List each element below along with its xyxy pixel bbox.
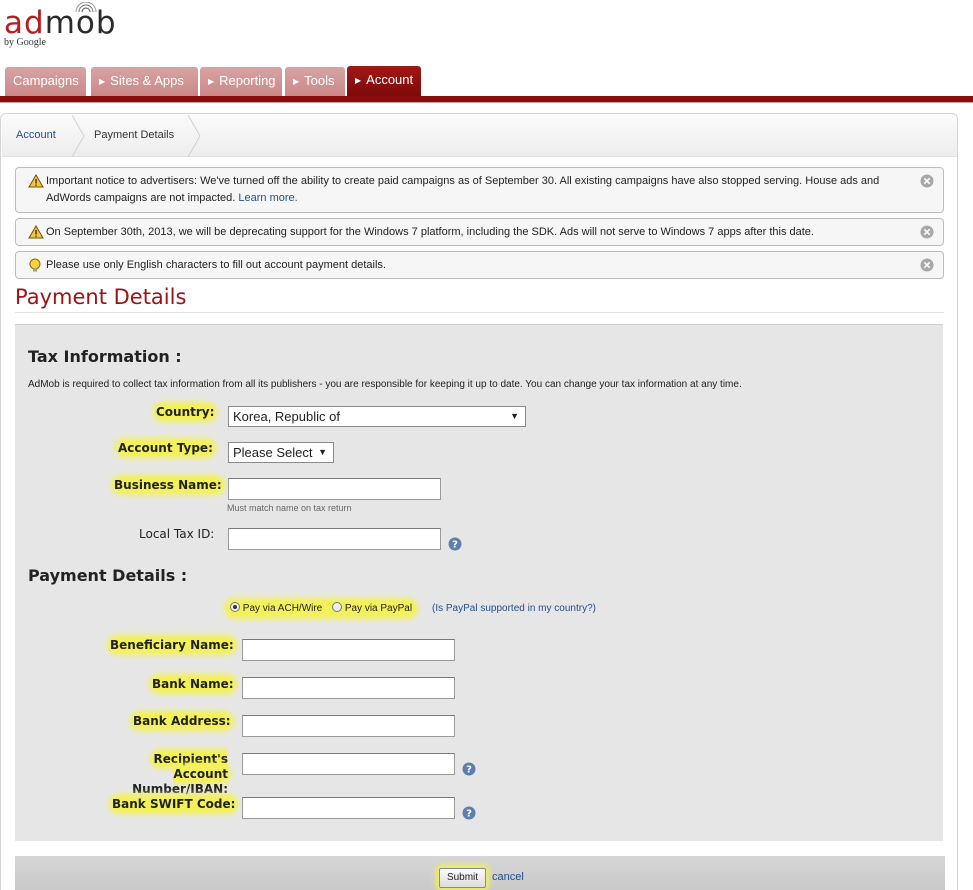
swift-code-label: Bank SWIFT Code: [112,797,236,811]
account-type-label: Account Type: [118,441,213,455]
bank-name-input[interactable] [242,677,455,699]
notice-advertisers: Important notice to advertisers: We've t… [15,167,944,213]
caret-right-icon: ▶ [293,77,300,86]
signal-waves-icon [75,2,97,13]
tax-information-heading: Tax Information : [28,347,182,366]
page-title: Payment Details [15,285,187,309]
svg-text:?: ? [466,809,472,820]
beneficiary-name-input[interactable] [242,639,455,661]
warning-icon [28,174,44,188]
notice-windows7: On September 30th, 2013, we will be depr… [15,218,944,246]
tab-account[interactable]: ▶ Account [347,66,421,96]
paypal-support-link[interactable]: (Is PayPal supported in my country?) [432,599,596,618]
breadcrumb-separator-icon [71,115,85,157]
local-tax-id-input[interactable] [228,528,441,550]
admob-logo[interactable]: admob by Google [4,2,117,48]
payment-method-radios: Pay via ACH/Wire Pay via PayPal (Is PayP… [227,599,596,618]
swift-code-input[interactable] [242,797,455,819]
tab-campaigns[interactable]: Campaigns [5,67,86,96]
close-icon[interactable] [920,174,934,188]
title-divider [15,312,944,313]
caret-right-icon: ▶ [355,76,362,85]
tab-tools[interactable]: ▶ Tools [285,67,345,96]
business-name-label: Business Name: [114,478,222,492]
radio-paypal-label[interactable]: Pay via PayPal [345,603,412,614]
bank-address-label: Bank Address: [133,714,231,728]
help-icon[interactable]: ? [462,806,476,820]
help-icon[interactable]: ? [462,762,476,776]
breadcrumb-separator-icon [187,115,201,157]
radio-ach-wire[interactable] [230,602,240,612]
submit-button[interactable]: Submit [439,868,486,888]
tab-reporting[interactable]: ▶ Reporting [200,67,282,96]
notice-english-chars: Please use only English characters to fi… [15,251,944,279]
country-select[interactable]: Korea, Republic of ▼ [228,406,526,427]
caret-right-icon: ▶ [208,77,215,86]
svg-text:?: ? [452,540,458,551]
learn-more-link[interactable]: Learn more. [238,192,297,204]
dropdown-arrow-icon: ▼ [510,411,519,421]
payment-details-heading: Payment Details : [28,566,188,585]
breadcrumb-account[interactable]: Account [16,129,56,141]
account-number-label: Recipient's Account Number/IBAN: [132,752,228,796]
business-name-input[interactable] [228,478,441,500]
tab-sites-apps[interactable]: ▶ Sites & Apps [91,67,198,96]
breadcrumb-payment-details: Payment Details [94,129,175,141]
beneficiary-name-label: Beneficiary Name: [110,638,234,652]
local-tax-id-label: Local Tax ID: [139,527,215,541]
radio-ach-label[interactable]: Pay via ACH/Wire [243,603,322,614]
svg-text:?: ? [466,765,472,776]
notice-text: Please use only English characters to fi… [46,259,386,271]
bank-address-input[interactable] [242,715,455,737]
breadcrumb: Account Payment Details [2,115,957,157]
cancel-link[interactable]: cancel [492,871,524,883]
account-number-input[interactable] [242,753,455,775]
nav-divider-shadow [0,102,973,103]
notice-text: Important notice to advertisers: We've t… [46,175,880,204]
close-icon[interactable] [920,225,934,239]
country-label: Country: [156,405,215,419]
radio-paypal[interactable] [332,602,343,612]
business-name-hint: Must match name on tax return [227,503,352,513]
lightbulb-icon [29,258,41,272]
payment-options-highlight: Pay via ACH/Wire Pay via PayPal [227,601,416,616]
notice-text: On September 30th, 2013, we will be depr… [46,226,814,238]
caret-right-icon: ▶ [99,77,106,86]
help-icon[interactable]: ? [448,537,462,551]
bank-name-label: Bank Name: [152,677,234,691]
dropdown-arrow-icon: ▼ [318,447,327,457]
warning-icon [28,225,44,239]
account-type-select[interactable]: Please Select ▼ [228,442,334,463]
close-icon[interactable] [920,258,934,272]
tax-description: AdMob is required to collect tax informa… [28,379,742,390]
